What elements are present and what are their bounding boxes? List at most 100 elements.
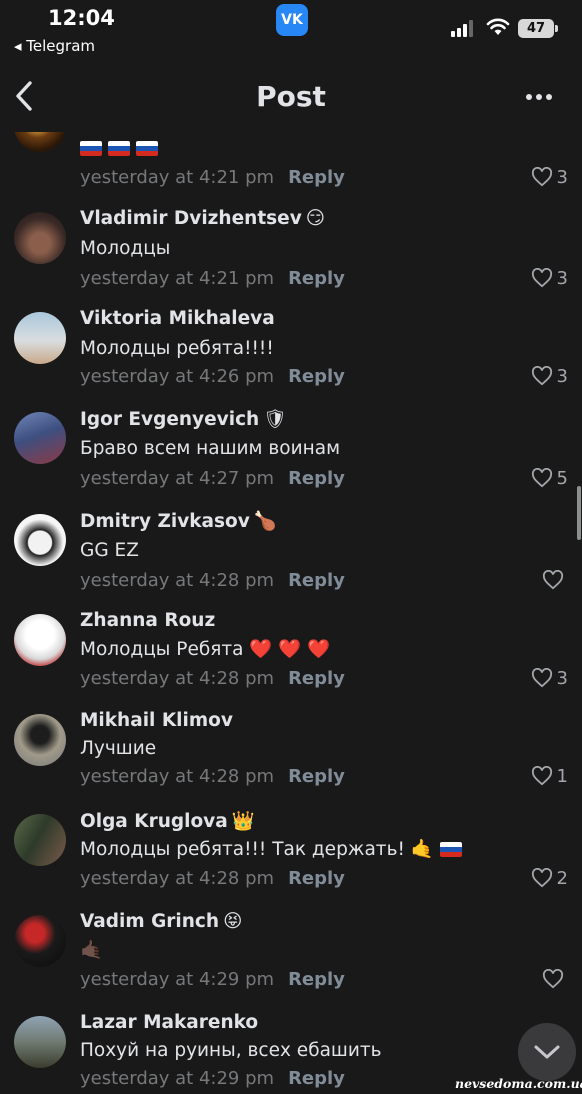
avatar[interactable] [14,514,66,566]
like-button[interactable] [542,968,568,990]
like-button[interactable]: 2 [531,867,568,889]
comment-text: Похуй на руины, всех ебашить [80,1040,382,1061]
comments-list[interactable]: yesterday at 4:21 pm Reply 3 Vladimir Dvi… [0,132,582,1094]
reply-button[interactable]: Reply [288,570,345,591]
comment-time: yesterday at 4:28 pm [80,668,275,689]
russian-flag-icon [439,842,462,857]
like-button[interactable]: 3 [531,166,568,188]
avatar[interactable] [14,1016,66,1068]
heart-icon [531,468,552,488]
comment-meta: yesterday at 4:28 pm Reply [80,668,345,689]
author-badge: 😝 [223,911,243,932]
comment-meta: yesterday at 4:27 pm Reply [80,468,345,489]
comment-time: yesterday at 4:29 pm [80,1068,275,1089]
signal-icon [451,20,477,37]
author-name: Mikhail Klimov [80,710,233,731]
comment-time: yesterday at 4:28 pm [80,570,275,591]
wifi-icon [486,18,510,35]
author-name: Vladimir Dvizhentsev 😏 [80,208,326,229]
avatar[interactable] [14,714,66,766]
heart-icon [542,570,564,590]
reply-button[interactable]: Reply [288,268,345,289]
russian-flag-icon [80,141,102,156]
avatar[interactable] [14,614,66,666]
comment-text: Молодцы Ребята ❤️ ❤️ ❤️ [80,639,331,660]
heart-icon [531,766,552,786]
watermark: nevsedoma.com.ua [455,1076,582,1091]
heart-icon [531,868,552,888]
like-button[interactable]: 3 [531,365,568,387]
comment-meta: yesterday at 4:28 pm Reply [80,570,345,591]
author-name: Zhanna Rouz [80,610,216,631]
comment-text: GG EZ [80,540,139,561]
comment-meta: yesterday at 4:21 pm Reply [80,167,345,188]
comment-time: yesterday at 4:26 pm [80,366,275,387]
author-badge: 👑 [231,811,255,832]
reply-button[interactable]: Reply [288,668,345,689]
battery-icon: 47 [518,19,558,38]
reply-button[interactable]: Reply [288,868,345,889]
author-name: Dmitry Zivkasov 🍗 [80,511,277,532]
reply-button[interactable]: Reply [288,167,345,188]
comment-text: Молодцы [80,238,171,259]
like-count: 3 [556,365,568,387]
like-count: 3 [556,267,568,289]
comment-meta: yesterday at 4:29 pm Reply [80,969,345,990]
author-name: Olga Kruglova 👑 [80,811,255,832]
comment-text: Молодцы ребята!!!! [80,338,274,359]
heart-icon [531,668,552,688]
comment-time: yesterday at 4:29 pm [80,969,275,990]
reply-button[interactable]: Reply [288,969,345,990]
author-name: Igor Evgenyevich 🛡 [80,409,287,430]
status-bar: 12:04 ◂ Telegram VK 47 [0,0,582,62]
vk-app-icon: VK [276,4,308,36]
status-time: 12:04 [48,6,115,30]
comment-time: yesterday at 4:27 pm [80,468,275,489]
heart-icon [531,268,552,288]
avatar[interactable] [14,915,66,967]
comment-text: Лучшие [80,738,157,759]
like-button[interactable]: 3 [531,667,568,689]
comment-time: yesterday at 4:28 pm [80,766,275,787]
comment-time: yesterday at 4:21 pm [80,167,275,188]
comment-meta: yesterday at 4:29 pm Reply [80,1068,345,1089]
like-count: 3 [556,667,568,689]
russian-flag-icon [136,141,158,156]
comment-meta: yesterday at 4:28 pm Reply [80,868,345,889]
like-button[interactable]: 1 [531,765,568,787]
author-badge: 🛡 [263,409,287,430]
like-button[interactable]: 3 [531,267,568,289]
comment-meta: yesterday at 4:21 pm Reply [80,268,345,289]
back-to-telegram-link[interactable]: ◂ Telegram [14,37,95,55]
comment-text-flags [80,138,164,159]
comment-text: 🤙🏿 [80,940,104,961]
comment-meta: yesterday at 4:26 pm Reply [80,366,345,387]
avatar[interactable] [14,132,66,152]
author-name: Lazar Makarenko [80,1012,259,1033]
chevron-down-icon [534,1045,560,1059]
heart-icon [531,167,552,187]
like-count: 1 [556,765,568,787]
avatar[interactable] [14,212,66,264]
avatar[interactable] [14,412,66,464]
more-horizontal-icon[interactable] [526,90,562,104]
comment-text: Браво всем нашим воинам [80,438,341,459]
author-name: Viktoria Mikhaleva [80,308,275,329]
like-count: 2 [556,867,568,889]
reply-button[interactable]: Reply [288,366,345,387]
reply-button[interactable]: Reply [288,766,345,787]
author-badge: 🍗 [253,511,277,532]
avatar[interactable] [14,814,66,866]
russian-flag-icon [108,141,130,156]
nav-bar: Post [0,62,582,132]
like-button[interactable]: 5 [531,467,568,489]
author-name: Vadim Grinch 😝 [80,911,243,932]
comment-time: yesterday at 4:28 pm [80,868,275,889]
avatar[interactable] [14,312,66,364]
heart-icon [542,969,564,989]
scrollbar[interactable] [577,486,581,540]
reply-button[interactable]: Reply [288,1068,345,1089]
scroll-down-button[interactable] [518,1023,576,1081]
reply-button[interactable]: Reply [288,468,345,489]
like-button[interactable] [542,569,568,591]
